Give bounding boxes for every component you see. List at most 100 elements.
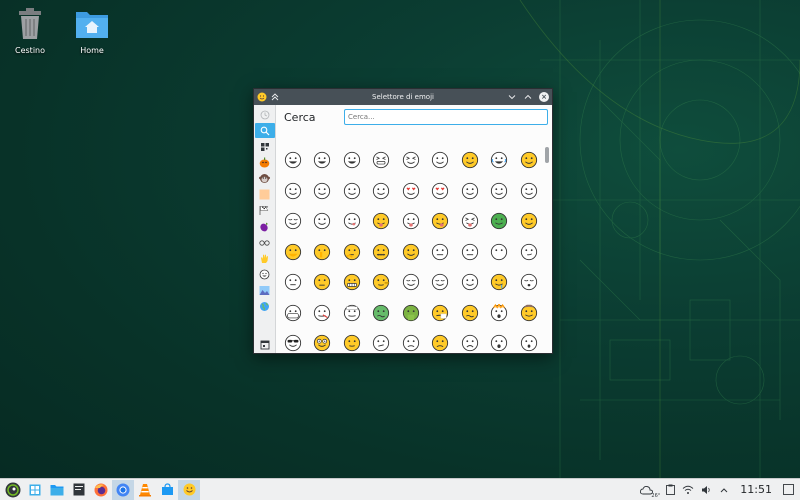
emoji-eye-roll[interactable] — [308, 267, 338, 298]
search-icon[interactable] — [254, 123, 275, 138]
emoji-nauseated[interactable] — [367, 298, 397, 329]
emoji-lying[interactable] — [367, 267, 397, 298]
emoji-yum[interactable] — [337, 206, 367, 237]
emoji-kissing-smile[interactable] — [308, 206, 338, 237]
emoji-sleeping[interactable] — [514, 267, 544, 298]
settings-panel-icon[interactable] — [255, 337, 275, 352]
emoji-thermometer[interactable] — [308, 298, 338, 329]
emoji-mask[interactable] — [278, 298, 308, 329]
emoji-hand-over-mouth[interactable] — [278, 237, 308, 268]
emoji-tongue[interactable] — [367, 206, 397, 237]
emoji-grin[interactable] — [367, 145, 397, 176]
emoji-kissing-closed[interactable] — [278, 206, 308, 237]
firefox-icon[interactable] — [90, 480, 112, 500]
emoji-scrollbar[interactable] — [545, 147, 549, 353]
emoji-shushing[interactable] — [308, 237, 338, 268]
emoji-raised-eyebrow[interactable] — [396, 237, 426, 268]
emoji-heart-eyes[interactable] — [396, 176, 426, 207]
file-manager-icon[interactable] — [46, 480, 68, 500]
volume-icon[interactable] — [700, 484, 712, 496]
close-icon[interactable]: × — [539, 92, 549, 102]
maximize-icon[interactable] — [523, 92, 533, 102]
window-titlebar[interactable]: Selettore di emoji × — [254, 89, 552, 105]
pumpkin-icon[interactable] — [255, 155, 275, 170]
emoji-relaxed[interactable] — [514, 176, 544, 207]
emoji-star-struck[interactable] — [426, 176, 456, 207]
flag-icon[interactable] — [255, 203, 275, 218]
eggplant-icon[interactable] — [255, 219, 275, 234]
expand-tray-icon[interactable] — [718, 484, 730, 496]
emoji-no-mouth[interactable] — [485, 237, 515, 268]
skin-tone-icon[interactable] — [255, 187, 275, 202]
emoji-laughing[interactable] — [396, 145, 426, 176]
emoji-expressionless[interactable] — [455, 237, 485, 268]
emoji-thinking[interactable] — [337, 237, 367, 268]
terminal-icon[interactable] — [68, 480, 90, 500]
show-desktop-icon[interactable] — [782, 484, 794, 496]
globe-icon[interactable] — [255, 299, 275, 314]
glasses-icon[interactable] — [255, 235, 275, 250]
emoji-slight-smile[interactable] — [514, 145, 544, 176]
network-icon[interactable] — [682, 484, 694, 496]
smiley-icon[interactable] — [255, 267, 275, 282]
emoji-kissing[interactable] — [485, 176, 515, 207]
emoji-monocle[interactable] — [337, 328, 367, 353]
emoji-open-mouth[interactable] — [485, 328, 515, 353]
emoji-blush[interactable] — [337, 176, 367, 207]
app-launcher-icon[interactable] — [2, 480, 24, 500]
emoji-slight-frown[interactable] — [426, 328, 456, 353]
emoji-exploding[interactable] — [485, 298, 515, 329]
desktop-icon[interactable] — [24, 480, 46, 500]
minimize-icon[interactable] — [507, 92, 517, 102]
emoji-smiley[interactable] — [308, 145, 338, 176]
emoji-bandage[interactable] — [337, 298, 367, 329]
emoji-sweat-smile[interactable] — [426, 145, 456, 176]
store-icon[interactable] — [156, 480, 178, 500]
clipboard-icon[interactable] — [664, 484, 676, 496]
emoji-worried[interactable] — [396, 328, 426, 353]
clock[interactable]: 11:51 — [740, 483, 772, 496]
emoji-drooling[interactable] — [485, 267, 515, 298]
qr-icon[interactable] — [255, 139, 275, 154]
emoji-zany[interactable] — [426, 206, 456, 237]
emoji-smile[interactable] — [337, 145, 367, 176]
emoji-frowning[interactable] — [455, 328, 485, 353]
emoji-squint-tongue[interactable] — [455, 206, 485, 237]
weather-icon[interactable]: 26° — [636, 484, 660, 499]
emoji-sleepy[interactable] — [455, 267, 485, 298]
emoji-woozy[interactable] — [455, 298, 485, 329]
emoji-upside-down[interactable] — [278, 176, 308, 207]
hand-icon[interactable] — [255, 251, 275, 266]
keep-above-icon[interactable] — [270, 92, 280, 102]
emoji-sneezing[interactable] — [426, 298, 456, 329]
emoji-picker-icon[interactable] — [178, 479, 200, 500]
app-emoji-icon[interactable] — [257, 92, 267, 102]
emoji-innocent[interactable] — [367, 176, 397, 207]
emoji-vomiting[interactable] — [396, 298, 426, 329]
emoji-cowboy[interactable] — [514, 298, 544, 329]
emoji-sunglasses[interactable] — [278, 328, 308, 353]
emoji-relieved[interactable] — [396, 267, 426, 298]
emoji-zipper-mouth[interactable] — [367, 237, 397, 268]
emoji-pensive[interactable] — [426, 267, 456, 298]
search-input[interactable] — [344, 109, 548, 125]
monkey-icon[interactable] — [255, 171, 275, 186]
emoji-confused[interactable] — [367, 328, 397, 353]
emoji-hugging[interactable] — [514, 206, 544, 237]
emoji-unamused[interactable] — [278, 267, 308, 298]
emoji-joy[interactable] — [485, 145, 515, 176]
desktop-icon-trash[interactable]: Cestino — [0, 6, 60, 55]
chromium-icon[interactable] — [112, 479, 134, 500]
emoji-hushed[interactable] — [514, 328, 544, 353]
scroll-thumb[interactable] — [545, 147, 549, 163]
emoji-grinning[interactable] — [278, 145, 308, 176]
desktop-icon-home[interactable]: Home — [62, 6, 122, 55]
emoji-smirk[interactable] — [514, 237, 544, 268]
landscape-icon[interactable] — [255, 283, 275, 298]
emoji-kissing-heart[interactable] — [455, 176, 485, 207]
emoji-winking-tongue[interactable] — [396, 206, 426, 237]
emoji-nerd[interactable] — [308, 328, 338, 353]
recent-icon[interactable] — [255, 107, 275, 122]
emoji-rofl[interactable] — [455, 145, 485, 176]
emoji-wink[interactable] — [308, 176, 338, 207]
